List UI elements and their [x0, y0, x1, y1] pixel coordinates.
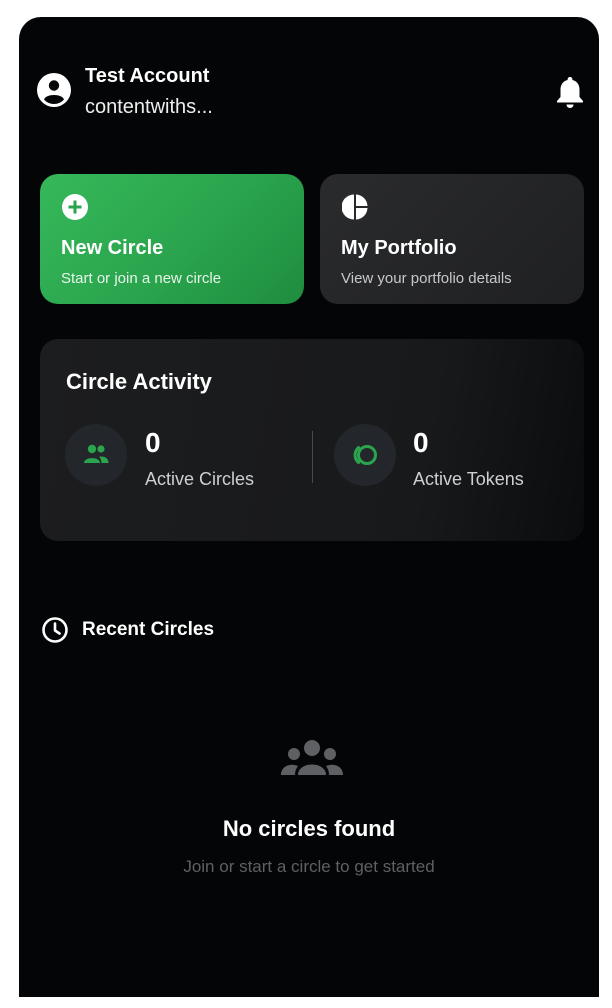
- stat-divider: [312, 431, 313, 483]
- app-screen: Test Account contentwiths... New Circle …: [19, 17, 599, 997]
- circle-activity-title: Circle Activity: [66, 369, 212, 394]
- my-portfolio-title: My Portfolio: [341, 237, 457, 259]
- my-portfolio-card[interactable]: My Portfolio View your portfolio details: [320, 174, 584, 304]
- new-circle-card[interactable]: New Circle Start or join a new circle: [40, 174, 304, 304]
- empty-state-title: No circles found: [222, 816, 396, 841]
- group-empty-icon: [281, 740, 343, 775]
- active-tokens-count: 0: [413, 427, 429, 458]
- account-email: contentwiths...: [85, 96, 213, 118]
- my-portfolio-subtitle: View your portfolio details: [341, 270, 512, 287]
- circle-activity-panel: Circle Activity 0 Active Circles 0 Activ…: [40, 339, 584, 541]
- active-circles-count: 0: [145, 427, 161, 458]
- new-circle-subtitle: Start or join a new circle: [61, 270, 222, 287]
- pie-chart-icon: [342, 194, 368, 220]
- active-tokens-icon-badge: [334, 424, 396, 486]
- empty-state-subtitle: Join or start a circle to get started: [183, 857, 435, 876]
- token-icon: [353, 445, 377, 465]
- clock-icon: [42, 617, 68, 643]
- active-tokens-label: Active Tokens: [413, 469, 524, 489]
- active-circles-icon-badge: [65, 424, 127, 486]
- new-circle-title: New Circle: [61, 237, 164, 259]
- account-header: Test Account contentwiths...: [19, 17, 599, 127]
- plus-circle-icon: [62, 194, 88, 220]
- recent-circles-title: Recent Circles: [82, 619, 215, 640]
- group-icon: [84, 444, 109, 463]
- user-avatar-icon[interactable]: [37, 73, 71, 107]
- account-name: Test Account: [85, 65, 210, 87]
- active-circles-label: Active Circles: [145, 469, 255, 489]
- bell-icon[interactable]: [555, 75, 585, 109]
